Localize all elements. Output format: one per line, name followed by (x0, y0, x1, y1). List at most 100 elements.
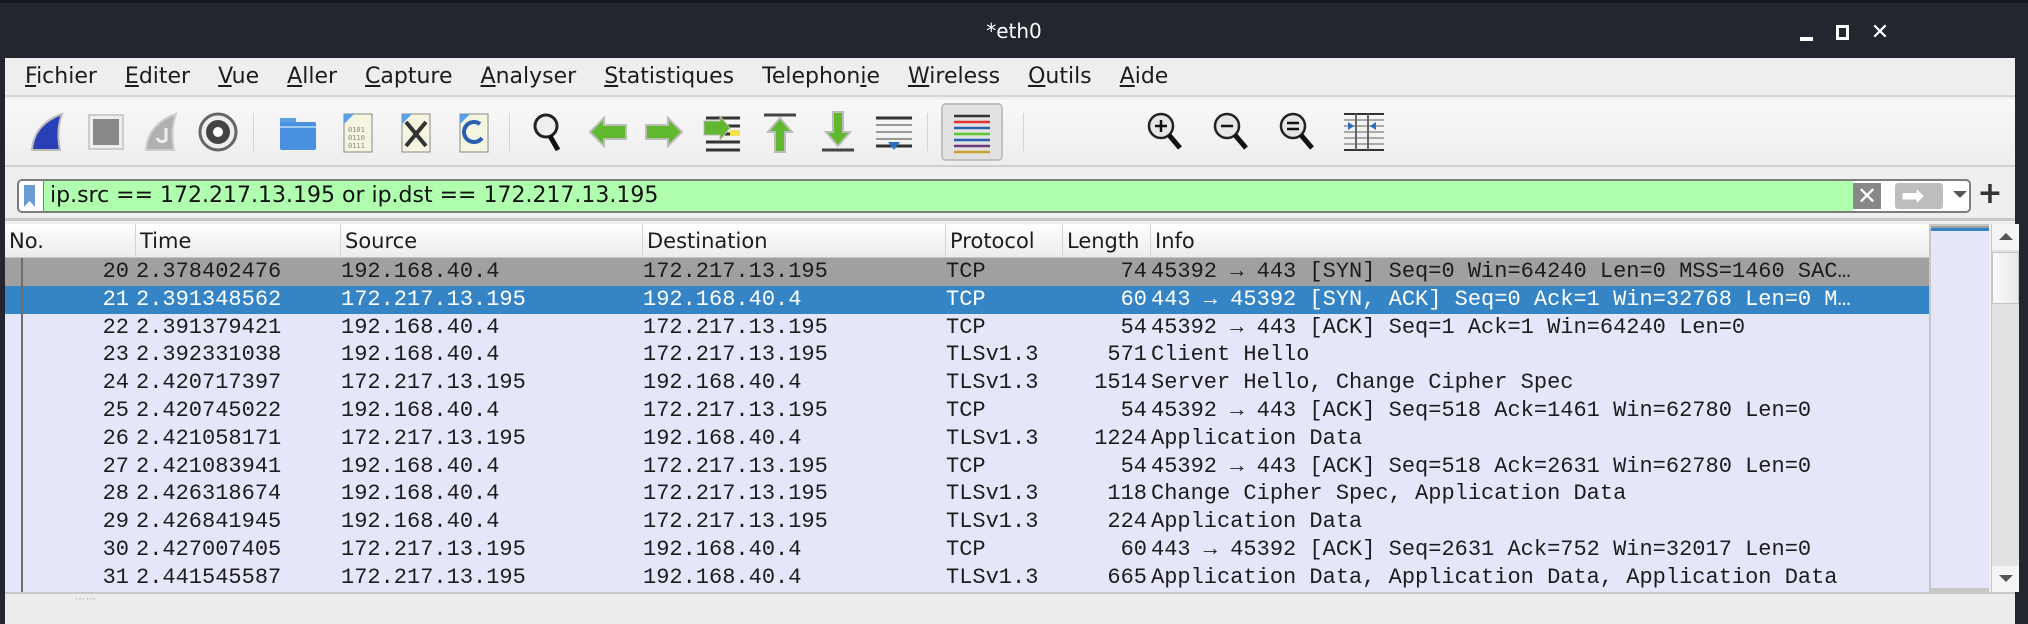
menu-aide[interactable]: Aide (1120, 64, 1169, 89)
packet-cell-info: Server Hello, Change Cipher Spec (1151, 370, 1574, 396)
menu-wireless[interactable]: Wireless (908, 64, 1000, 89)
column-header-length[interactable]: Length (1063, 224, 1151, 258)
packet-row[interactable]: 20 2.378402476 192.168.40.4 172.217.13.195 T… (5, 258, 1929, 286)
add-filter-button[interactable]: + (1975, 179, 2005, 209)
autoscroll-button[interactable] (871, 109, 917, 155)
window-titlebar: *eth0 ✕ (0, 0, 2028, 58)
start-capture-button[interactable] (25, 109, 71, 155)
go-first-button[interactable] (757, 109, 803, 155)
filter-clear-button[interactable]: ✕ (1853, 183, 1881, 209)
menu-capture[interactable]: Capture (365, 64, 453, 89)
toolbar-separator (253, 113, 254, 151)
menu-editer[interactable]: Editer (125, 64, 190, 89)
packet-cell-source: 172.217.13.195 (341, 286, 526, 312)
restart-capture-button[interactable] (139, 109, 185, 155)
packet-cell-no: 31 (102, 564, 129, 590)
packet-cell-destination: 192.168.40.4 (643, 370, 802, 396)
go-last-button[interactable] (815, 109, 861, 155)
packet-cell-no: 25 (102, 398, 129, 423)
close-file-button[interactable] (393, 109, 439, 155)
zoom-out-button[interactable] (1209, 109, 1255, 155)
pane-splitter[interactable]: ⋯⋯ (5, 592, 2015, 624)
capture-options-button[interactable] (195, 109, 241, 155)
go-back-button[interactable] (585, 109, 631, 155)
menu-outils[interactable]: Outils (1028, 64, 1092, 89)
packet-row[interactable]: 28 2.426318674 192.168.40.4 172.217.13.195 T… (5, 480, 1929, 508)
packet-row[interactable]: 25 2.420745022 192.168.40.4 172.217.13.195 T… (5, 397, 1929, 425)
find-packet-button[interactable] (527, 109, 573, 155)
menu-analyser[interactable]: Analyser (481, 64, 577, 89)
packet-cell-info: Application Data (1151, 509, 1363, 535)
packet-cell-destination: 172.217.13.195 (643, 398, 828, 423)
packet-cell-time: 2.441545587 (136, 564, 282, 590)
packet-cell-destination: 172.217.13.195 (643, 481, 828, 507)
packet-cell-length: 224 (1107, 509, 1147, 535)
display-filter-input[interactable] (43, 181, 1853, 211)
column-header-no[interactable]: No. (5, 224, 136, 258)
packet-cell-source: 192.168.40.4 (341, 259, 500, 284)
packet-row[interactable]: 24 2.420717397 172.217.13.195 192.168.40.4 T… (5, 369, 1929, 397)
stop-capture-button[interactable] (83, 109, 129, 155)
packet-cell-info: 45392 → 443 [ACK] Seq=518 Ack=2631 Win=6… (1151, 453, 1812, 479)
go-to-packet-button[interactable] (699, 109, 745, 155)
zoom-reset-button[interactable] (1275, 109, 1321, 155)
packet-cell-destination: 172.217.13.195 (643, 314, 828, 340)
colorize-button[interactable] (941, 103, 1003, 161)
goto-packet-icon (703, 114, 740, 152)
scroll-down-arrow-icon[interactable] (1992, 566, 2019, 592)
packet-list-scrollbar[interactable] (1991, 224, 2019, 592)
packet-cell-source: 192.168.40.4 (341, 509, 500, 535)
packet-row[interactable]: 26 2.421058171 172.217.13.195 192.168.40.4 T… (5, 425, 1929, 453)
go-forward-button[interactable] (641, 109, 687, 155)
wireshark-main-window: Fichier Editer Vue Aller Capture Analyser Stat… (5, 58, 2019, 624)
reload-file-button[interactable] (451, 109, 497, 155)
zoom-in-button[interactable] (1143, 109, 1189, 155)
scrollbar-thumb[interactable] (1992, 252, 2019, 304)
packet-row[interactable]: 30 2.427007405 172.217.13.195 192.168.40.4 T… (5, 536, 1929, 564)
column-header-info[interactable]: Info (1151, 224, 1929, 258)
packet-cell-no: 26 (102, 425, 129, 451)
save-file-button[interactable]: 0101 0110 0111 (335, 109, 381, 155)
packet-cell-destination: 192.168.40.4 (643, 537, 802, 562)
packet-cell-time: 2.427007405 (136, 537, 282, 562)
column-header-time[interactable]: Time (136, 224, 341, 258)
open-file-button[interactable] (275, 109, 321, 155)
packet-row[interactable]: 31 2.441545587 172.217.13.195 192.168.40.4 T… (5, 564, 1929, 592)
column-header-protocol[interactable]: Protocol (946, 224, 1063, 258)
menu-fichier[interactable]: Fichier (25, 64, 97, 89)
packet-cell-no: 22 (102, 314, 129, 340)
file-close-icon (401, 113, 431, 153)
menu-statistiques[interactable]: Statistiques (604, 64, 734, 89)
menu-vue[interactable]: Vue (218, 64, 259, 89)
maximize-button[interactable] (1834, 21, 1858, 45)
column-header-source[interactable]: Source (341, 224, 643, 258)
scroll-up-arrow-icon[interactable] (1992, 224, 2019, 250)
packet-cell-time: 2.426318674 (136, 481, 282, 507)
toolbar-separator (509, 113, 510, 151)
packet-cell-info: 443 → 45392 [ACK] Seq=2631 Ack=752 Win=3… (1151, 537, 1812, 562)
filter-bookmark-icon[interactable] (19, 181, 43, 211)
filter-history-dropdown[interactable] (1953, 187, 1967, 201)
packet-row[interactable]: 22 2.391379421 192.168.40.4 172.217.13.195 T… (5, 314, 1929, 342)
packet-minimap[interactable] (1929, 224, 1989, 592)
splitter-grip-icon[interactable]: ⋯⋯ (75, 594, 97, 605)
menu-telephonie[interactable]: Telephonie (762, 64, 880, 89)
display-filter-bar: ✕ + (5, 169, 2015, 221)
packet-cell-length: 118 (1107, 481, 1147, 507)
packet-cell-time: 2.421058171 (136, 425, 282, 451)
packet-cell-length: 54 (1120, 453, 1147, 479)
packet-row[interactable]: 27 2.421083941 192.168.40.4 172.217.13.195 T… (5, 453, 1929, 481)
column-header-destination[interactable]: Destination (643, 224, 946, 258)
packet-cell-time: 2.426841945 (136, 509, 282, 535)
close-button[interactable]: ✕ (1868, 21, 1892, 45)
packet-cell-source: 192.168.40.4 (341, 342, 500, 368)
minimize-button[interactable] (1798, 21, 1822, 45)
zoom-reset-icon (1279, 112, 1314, 150)
packet-row[interactable]: 29 2.426841945 192.168.40.4 172.217.13.195 T… (5, 508, 1929, 536)
packet-row[interactable]: 23 2.392331038 192.168.40.4 172.217.13.195 T… (5, 341, 1929, 369)
packet-row[interactable]: 21 2.391348562 172.217.13.195 192.168.40.4 T… (5, 285, 1929, 314)
filter-apply-button[interactable] (1895, 181, 1943, 211)
main-toolbar: 0101 0110 0111 (5, 99, 2015, 167)
resize-columns-button[interactable] (1341, 109, 1387, 155)
menu-aller[interactable]: Aller (287, 64, 337, 89)
